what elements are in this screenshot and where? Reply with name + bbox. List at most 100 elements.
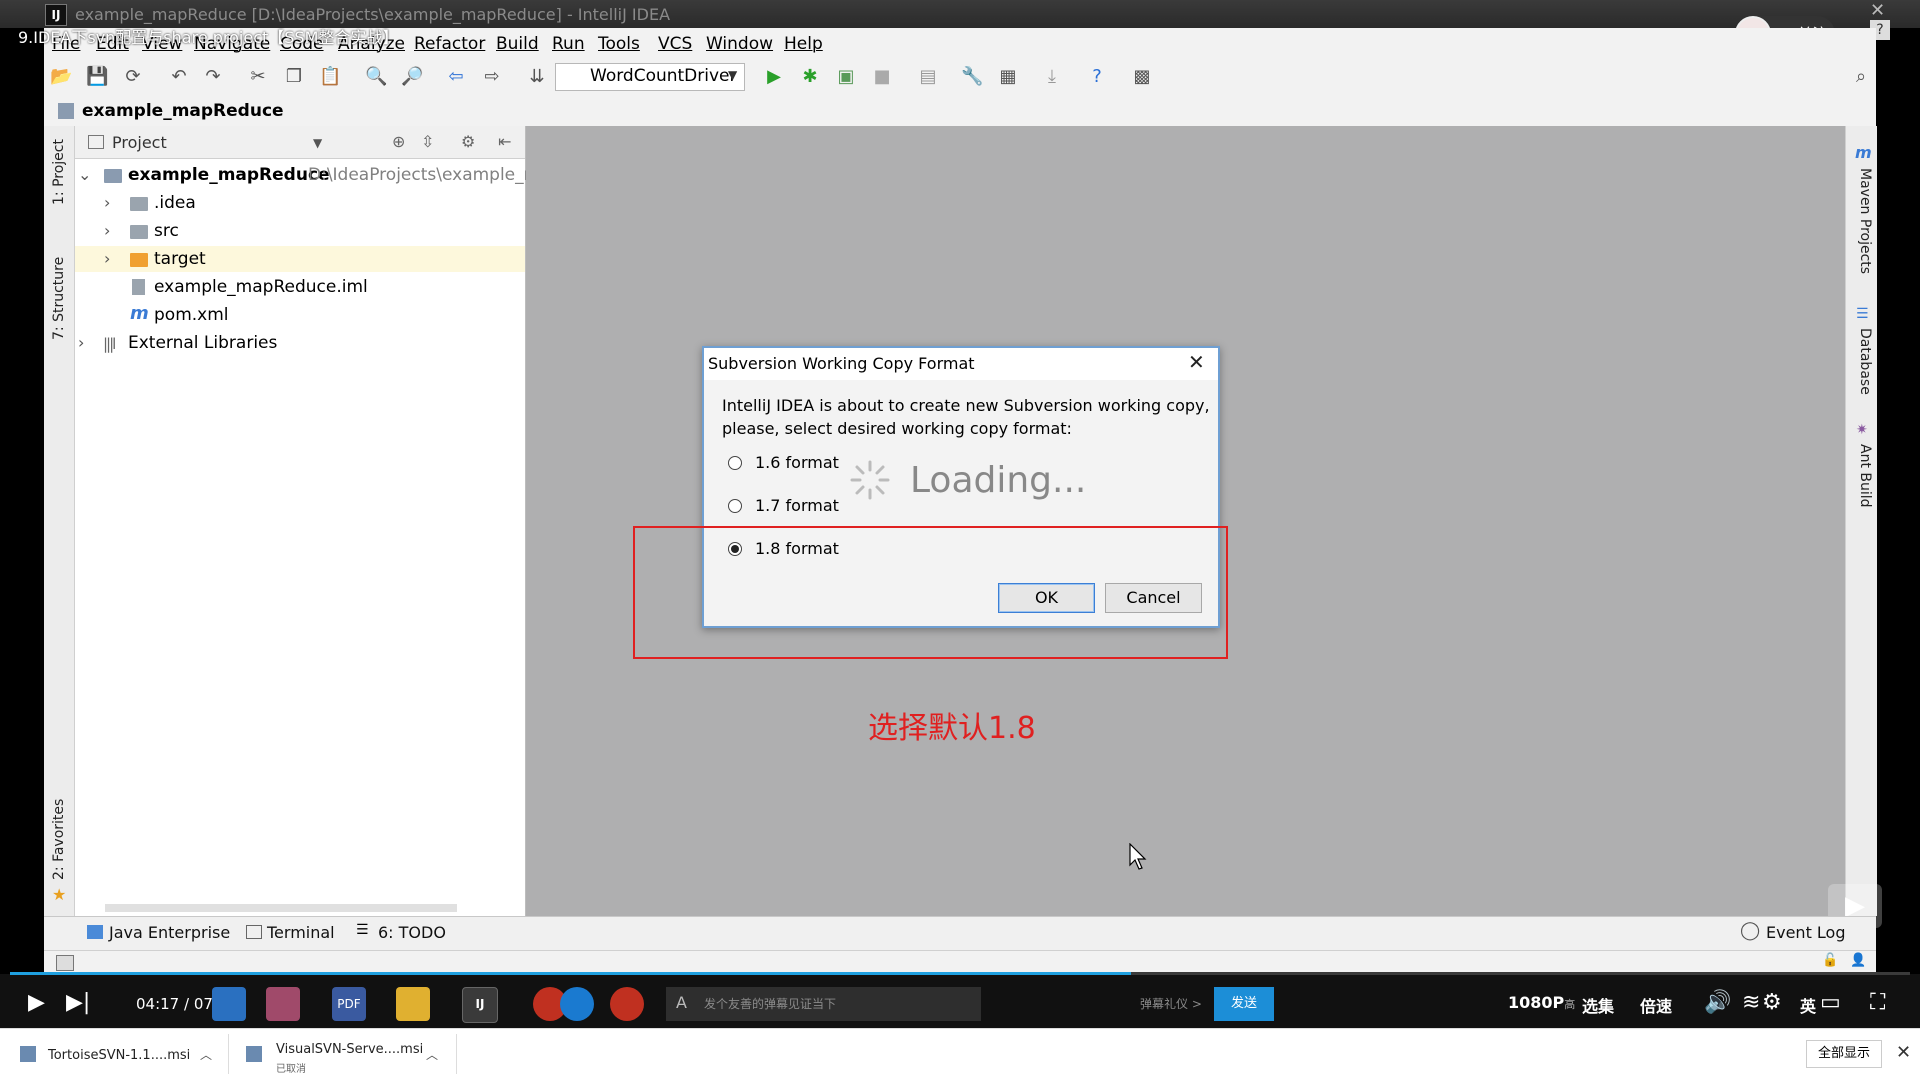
search-everywhere-icon[interactable]: ⌕ [1850, 66, 1872, 88]
tree-item-pom[interactable]: pom.xml [154, 305, 229, 325]
volume-icon[interactable]: 🔊 [1704, 990, 1731, 1015]
tab-database[interactable]: Database [1857, 328, 1873, 395]
coverage-icon[interactable]: ▣ [835, 66, 857, 88]
quality-selector[interactable]: 1080P高 [1508, 993, 1575, 1012]
menu-run[interactable]: Run [552, 34, 585, 54]
playlist-button[interactable]: 选集 [1582, 993, 1614, 1017]
terminal-tab[interactable]: Terminal [267, 923, 335, 942]
mouse-cursor-icon [1129, 843, 1147, 870]
taskbar-app-icon[interactable] [266, 987, 300, 1021]
cut-icon[interactable]: ✂ [247, 66, 269, 88]
project-structure-icon[interactable]: ▤ [917, 66, 939, 88]
locate-icon[interactable]: ⊕ [392, 132, 405, 151]
horizontal-scrollbar[interactable] [105, 904, 457, 912]
chevron-right-icon[interactable]: › [104, 193, 110, 212]
danmaku-etiquette-link[interactable]: 弹幕礼仪 > [1140, 995, 1202, 1012]
chevron-down-icon[interactable]: ▼ [313, 136, 322, 150]
play-icon[interactable]: ▶ [28, 990, 45, 1015]
danmaku-send-button[interactable]: 发送 [1214, 987, 1274, 1021]
chevron-right-icon[interactable]: › [78, 333, 84, 352]
project-view-label[interactable]: Project [112, 133, 167, 152]
chevron-right-icon[interactable]: › [104, 249, 110, 268]
menu-build[interactable]: Build [496, 34, 539, 54]
find-icon[interactable]: 🔍 [365, 66, 387, 88]
replace-icon[interactable]: 🔎 [401, 66, 423, 88]
tree-item-iml[interactable]: example_mapReduce.iml [154, 277, 368, 297]
sdk-icon[interactable]: ▦ [997, 66, 1019, 88]
redo-icon[interactable]: ↷ [202, 66, 224, 88]
taskbar-browser-icon[interactable] [560, 987, 594, 1021]
event-log-icon: ◯ [1740, 920, 1761, 941]
download-item-name[interactable]: VisualSVN-Serve....msi [276, 1042, 423, 1057]
speed-button[interactable]: 倍速 [1640, 993, 1672, 1017]
vcs-update-icon[interactable]: ⤓ [1041, 66, 1063, 88]
run-configuration-label: WordCountDriver [590, 66, 737, 86]
menu-help[interactable]: Help [784, 34, 823, 54]
taskbar-pdf-icon[interactable]: PDF [332, 987, 366, 1021]
pip-icon[interactable]: ▭ [1820, 990, 1841, 1015]
run-icon[interactable]: ▶ [763, 66, 785, 88]
hide-panel-icon[interactable]: ⇤ [498, 132, 511, 151]
fullscreen-icon[interactable]: ⛶ [1870, 990, 1885, 1015]
gear-icon[interactable]: ⚙ [1762, 990, 1782, 1015]
build-icon[interactable]: ⇊ [526, 66, 548, 88]
taskbar-app-icon[interactable] [212, 987, 246, 1021]
sync-icon[interactable]: ⟳ [122, 66, 144, 88]
undo-icon[interactable]: ↶ [168, 66, 190, 88]
tree-item-target[interactable]: target [154, 249, 206, 269]
chevron-down-icon[interactable]: ⌄ [78, 165, 91, 184]
menu-refactor[interactable]: Refactor [414, 34, 485, 54]
back-icon[interactable]: ⇦ [445, 66, 467, 88]
tree-item-idea[interactable]: .idea [154, 193, 196, 213]
paste-icon[interactable]: 📋 [319, 66, 341, 88]
quality-value: 1080P [1508, 993, 1565, 1012]
menu-window[interactable]: Window [706, 34, 773, 54]
radio-label-16[interactable]: 1.6 format [755, 453, 839, 472]
taskbar-folder-icon[interactable] [396, 987, 430, 1021]
tab-structure[interactable]: 7: Structure [51, 257, 67, 340]
settings-icon[interactable]: 🔧 [961, 66, 983, 88]
radio-label-17[interactable]: 1.7 format [755, 496, 839, 515]
java-enterprise-tab[interactable]: Java Enterprise [109, 923, 230, 942]
stop-icon[interactable]: ■ [871, 66, 893, 88]
chevron-up-icon[interactable]: ︿ [200, 1046, 212, 1063]
tree-item-src[interactable]: src [154, 221, 179, 241]
window-close-icon[interactable]: ✕ [1870, 0, 1885, 21]
chevron-right-icon[interactable]: › [104, 221, 110, 240]
tab-project[interactable]: 1: Project [51, 139, 67, 205]
tab-ant-build[interactable]: Ant Build [1857, 444, 1873, 508]
inspector-icon[interactable]: 👤 [1850, 953, 1866, 968]
show-all-downloads-button[interactable]: 全部显示 [1806, 1040, 1882, 1068]
radio-format-17[interactable] [728, 499, 742, 513]
menu-tools[interactable]: Tools [598, 34, 640, 54]
tab-maven-projects[interactable]: Maven Projects [1857, 168, 1873, 274]
todo-tab[interactable]: 6: TODO [378, 923, 446, 942]
download-item-name[interactable]: TortoiseSVN-1.1....msi [48, 1048, 190, 1063]
chevron-up-icon[interactable]: ︿ [426, 1046, 438, 1063]
help-icon[interactable]: ? [1086, 66, 1108, 88]
gear-icon[interactable]: ⚙ [461, 132, 475, 151]
copy-icon[interactable]: ❐ [283, 66, 305, 88]
collapse-icon[interactable]: ⇳ [421, 132, 434, 151]
language-indicator[interactable]: 英 [1800, 993, 1816, 1017]
breadcrumb-project[interactable]: example_mapReduce [82, 101, 284, 121]
plugin-icon[interactable]: ▩ [1131, 66, 1153, 88]
danmaku-style-icon[interactable]: A [676, 993, 687, 1012]
next-icon[interactable]: ▶| [66, 990, 90, 1015]
tree-item-external-libraries[interactable]: External Libraries [128, 333, 277, 353]
menu-vcs[interactable]: VCS [658, 34, 692, 54]
project-root[interactable]: example_mapReduce [128, 165, 330, 185]
lock-icon[interactable]: 🔓 [1822, 953, 1838, 968]
close-icon[interactable]: ✕ [1896, 1042, 1911, 1063]
open-icon[interactable]: 📂 [50, 66, 72, 88]
tool-windows-icon[interactable] [56, 955, 74, 971]
close-icon[interactable]: ✕ [1188, 350, 1205, 374]
tab-favorites[interactable]: 2: Favorites [51, 799, 67, 880]
taskbar-intellij-icon[interactable]: IJ [462, 987, 498, 1023]
forward-icon[interactable]: ⇨ [481, 66, 503, 88]
save-icon[interactable]: 💾 [86, 66, 108, 88]
radio-format-16[interactable] [728, 456, 742, 470]
taskbar-browser-icon[interactable] [610, 987, 644, 1021]
event-log-tab[interactable]: Event Log [1766, 923, 1846, 942]
debug-icon[interactable]: ✱ [799, 66, 821, 88]
